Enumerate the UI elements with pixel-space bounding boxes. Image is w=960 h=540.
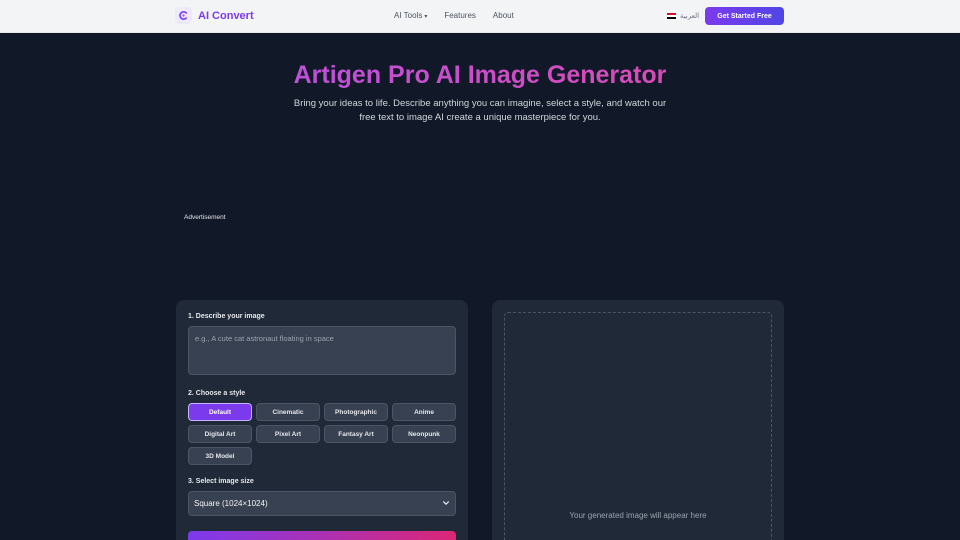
style-option-default[interactable]: Default xyxy=(188,403,252,421)
nav-ai-tools[interactable]: AI Tools ▾ xyxy=(394,11,427,20)
language-switcher[interactable]: العربية xyxy=(667,12,699,20)
nav-features[interactable]: Features xyxy=(444,11,476,20)
image-size-value: Square (1024×1024) xyxy=(194,499,268,508)
advertisement-label: Advertisement xyxy=(184,214,226,221)
nav-ai-tools-label: AI Tools xyxy=(394,11,423,20)
describe-label: 1. Describe your image xyxy=(188,313,265,320)
style-option-cinematic[interactable]: Cinematic xyxy=(256,403,320,421)
generator-form-panel: 1. Describe your image 2. Choose a style… xyxy=(176,300,468,540)
style-options: Default Cinematic Photographic Anime Dig… xyxy=(188,403,458,465)
output-placeholder: Your generated image will appear here xyxy=(569,511,707,520)
style-label: 2. Choose a style xyxy=(188,390,246,397)
get-started-button[interactable]: Get Started Free xyxy=(705,7,784,25)
size-label: 3. Select image size xyxy=(188,478,254,485)
image-size-select[interactable]: Square (1024×1024) xyxy=(188,491,456,516)
prompt-input[interactable] xyxy=(188,326,456,375)
top-navbar: AI Convert AI Tools ▾ Features About العر… xyxy=(0,0,960,33)
style-option-digital-art[interactable]: Digital Art xyxy=(188,425,252,443)
chevron-down-icon xyxy=(442,499,450,509)
flag-icon xyxy=(667,13,676,19)
brand-logo[interactable]: AI Convert xyxy=(175,7,254,24)
page-title: Artigen Pro AI Image Generator xyxy=(0,61,960,90)
brand-name: AI Convert xyxy=(198,9,254,22)
style-option-photographic[interactable]: Photographic xyxy=(324,403,388,421)
chevron-down-icon: ▾ xyxy=(424,14,428,20)
language-label: العربية xyxy=(680,13,700,20)
brand-logo-icon xyxy=(175,7,192,24)
page-subtitle: Bring your ideas to life. Describe anyth… xyxy=(293,98,667,123)
style-option-3d-model[interactable]: 3D Model xyxy=(188,447,252,465)
style-option-anime[interactable]: Anime xyxy=(392,403,456,421)
main-nav: AI Tools ▾ Features About xyxy=(394,11,514,20)
image-output-area: Your generated image will appear here xyxy=(504,312,772,540)
generate-button[interactable] xyxy=(188,531,456,540)
style-option-pixel-art[interactable]: Pixel Art xyxy=(256,425,320,443)
style-option-fantasy-art[interactable]: Fantasy Art xyxy=(324,425,388,443)
style-option-neonpunk[interactable]: Neonpunk xyxy=(392,425,456,443)
nav-about[interactable]: About xyxy=(493,11,514,20)
output-panel: Your generated image will appear here xyxy=(492,300,784,540)
